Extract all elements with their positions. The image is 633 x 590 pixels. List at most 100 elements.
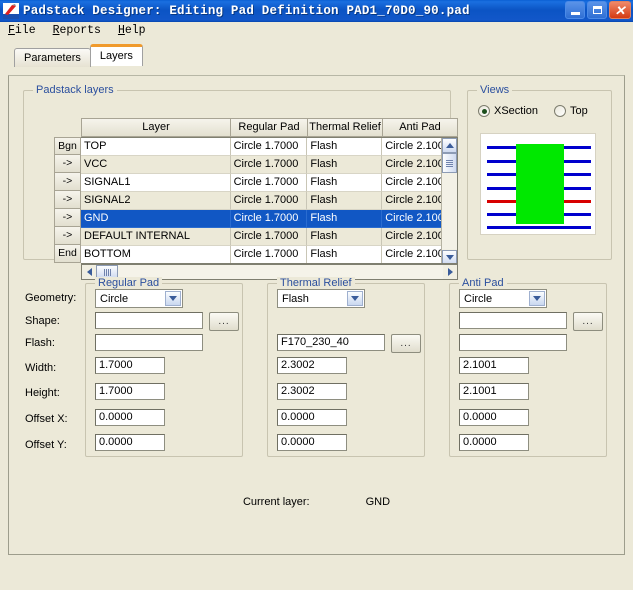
- current-layer-status: Current layer: GND: [9, 496, 624, 508]
- anti-pad-offset-x-input[interactable]: 0.0000: [459, 409, 529, 426]
- row-marker-column: Bgn -> -> -> -> -> End: [54, 137, 81, 264]
- views-group: Views XSection Top: [467, 90, 612, 260]
- cell-regular-pad: Circle 1.7000: [231, 192, 308, 210]
- radio-top[interactable]: Top: [554, 105, 588, 117]
- table-row[interactable]: TOP Circle 1.7000 Flash Circle 2.1001: [81, 138, 457, 156]
- table-grid: Bgn -> -> -> -> -> End TOP Circle 1.7000…: [54, 137, 458, 264]
- cell-layer: GND: [81, 210, 231, 228]
- cell-layer: TOP: [81, 138, 231, 156]
- anti-pad-width-input[interactable]: 2.1001: [459, 357, 529, 374]
- vertical-scroll-track[interactable]: [442, 173, 457, 249]
- maximize-button[interactable]: [587, 1, 607, 19]
- scroll-up-button[interactable]: [442, 138, 457, 153]
- cell-layer: VCC: [81, 156, 231, 174]
- cell-layer: BOTTOM: [81, 246, 231, 264]
- regular-pad-geometry-value: Circle: [100, 293, 128, 305]
- cell-regular-pad: Circle 1.7000: [231, 210, 308, 228]
- cell-regular-pad: Circle 1.7000: [231, 156, 308, 174]
- chevron-down-icon[interactable]: [165, 291, 181, 306]
- radio-top-label: Top: [570, 105, 588, 117]
- thermal-relief-geometry-select[interactable]: Flash: [277, 289, 365, 308]
- anti-pad-group-label: Anti Pad: [459, 277, 507, 289]
- scroll-right-button[interactable]: [443, 265, 457, 279]
- anti-pad-shape-browse-button[interactable]: ...: [573, 312, 603, 331]
- thermal-relief-geometry-value: Flash: [282, 293, 309, 305]
- thermal-relief-width-input[interactable]: 2.3002: [277, 357, 347, 374]
- padstack-layers-group: Padstack layers Layer Regular Pad Therma…: [23, 90, 451, 260]
- table-header-row: Layer Regular Pad Thermal Relief Anti Pa…: [81, 118, 458, 137]
- menu-file[interactable]: File: [6, 23, 44, 38]
- row-marker-5[interactable]: ->: [54, 227, 81, 245]
- thermal-relief-offset-y-input[interactable]: 0.0000: [277, 434, 347, 451]
- table-row[interactable]: BOTTOM Circle 1.7000 Flash Circle 2.1001: [81, 246, 457, 264]
- anti-pad-height-input[interactable]: 2.1001: [459, 383, 529, 400]
- anti-pad-geometry-value: Circle: [464, 293, 492, 305]
- radio-xsection[interactable]: XSection: [478, 105, 538, 117]
- current-layer-value: GND: [366, 496, 390, 508]
- preview-layer-line-7: [487, 226, 591, 229]
- menu-bar: File Reports Help: [0, 22, 633, 39]
- title-bar: Padstack Designer: Editing Pad Definitio…: [0, 0, 633, 22]
- menu-reports[interactable]: Reports: [51, 23, 109, 38]
- column-header-thermal-relief[interactable]: Thermal Relief: [308, 118, 383, 137]
- row-marker-4[interactable]: ->: [54, 209, 81, 227]
- regular-pad-height-input[interactable]: 1.7000: [95, 383, 165, 400]
- regular-pad-geometry-select[interactable]: Circle: [95, 289, 183, 308]
- table-row-selected[interactable]: GND Circle 1.7000 Flash Circle 2.1001: [81, 210, 457, 228]
- menu-file-accel: F: [8, 24, 15, 37]
- thermal-relief-flash-browse-button[interactable]: ...: [391, 334, 421, 353]
- table-row[interactable]: DEFAULT INTERNAL Circle 1.7000 Flash Cir…: [81, 228, 457, 246]
- minimize-button[interactable]: [565, 1, 585, 19]
- scroll-left-button[interactable]: [82, 265, 96, 279]
- cell-thermal-relief: Flash: [307, 210, 382, 228]
- column-header-regular-pad[interactable]: Regular Pad: [231, 118, 308, 137]
- cell-thermal-relief: Flash: [307, 246, 382, 264]
- table-row[interactable]: SIGNAL1 Circle 1.7000 Flash Circle 2.100…: [81, 174, 457, 192]
- regular-pad-offset-x-input[interactable]: 0.0000: [95, 409, 165, 426]
- row-marker-2[interactable]: ->: [54, 173, 81, 191]
- row-marker-bgn[interactable]: Bgn: [54, 137, 81, 155]
- menu-reports-accel: R: [53, 24, 60, 37]
- vertical-scroll-thumb[interactable]: [442, 153, 457, 173]
- close-button[interactable]: ✕: [609, 1, 631, 19]
- scroll-down-button[interactable]: [442, 250, 457, 264]
- regular-pad-flash-input[interactable]: [95, 334, 203, 351]
- anti-pad-geometry-select[interactable]: Circle: [459, 289, 547, 308]
- tab-layers[interactable]: Layers: [90, 44, 143, 66]
- regular-pad-shape-browse-button[interactable]: ...: [209, 312, 239, 331]
- menu-help[interactable]: Help: [116, 23, 154, 38]
- chevron-down-icon[interactable]: [529, 291, 545, 306]
- tab-strip: Parameters Layers: [14, 45, 633, 66]
- label-geometry: Geometry:: [25, 292, 76, 315]
- regular-pad-width-input[interactable]: 1.7000: [95, 357, 165, 374]
- cell-thermal-relief: Flash: [307, 192, 382, 210]
- padstack-layers-group-label: Padstack layers: [33, 84, 117, 96]
- anti-pad-offset-y-input[interactable]: 0.0000: [459, 434, 529, 451]
- thermal-relief-flash-input[interactable]: F170_230_40: [277, 334, 385, 351]
- row-marker-3[interactable]: ->: [54, 191, 81, 209]
- preview-pad-body: [516, 144, 564, 224]
- thermal-relief-offset-x-input[interactable]: 0.0000: [277, 409, 347, 426]
- menu-help-rest: elp: [125, 24, 146, 37]
- window-title: Padstack Designer: Editing Pad Definitio…: [23, 4, 470, 18]
- table-row[interactable]: SIGNAL2 Circle 1.7000 Flash Circle 2.100…: [81, 192, 457, 210]
- anti-pad-shape-input[interactable]: [459, 312, 567, 329]
- row-marker-1[interactable]: ->: [54, 155, 81, 173]
- cell-regular-pad: Circle 1.7000: [231, 228, 308, 246]
- thermal-relief-height-input[interactable]: 2.3002: [277, 383, 347, 400]
- anti-pad-flash-input[interactable]: [459, 334, 567, 351]
- radio-xsection-label: XSection: [494, 105, 538, 117]
- table-vertical-scrollbar[interactable]: [441, 138, 457, 264]
- column-header-anti-pad[interactable]: Anti Pad: [383, 118, 458, 137]
- row-marker-end[interactable]: End: [54, 245, 81, 263]
- table-row[interactable]: VCC Circle 1.7000 Flash Circle 2.1001: [81, 156, 457, 174]
- menu-file-rest: ile: [15, 24, 36, 37]
- regular-pad-offset-y-input[interactable]: 0.0000: [95, 434, 165, 451]
- regular-pad-shape-input[interactable]: [95, 312, 203, 329]
- padstack-layers-table: Layer Regular Pad Thermal Relief Anti Pa…: [54, 118, 458, 260]
- chevron-down-icon[interactable]: [347, 291, 363, 306]
- current-layer-label: Current layer:: [243, 496, 310, 508]
- label-shape: Shape:: [25, 315, 76, 337]
- tab-parameters[interactable]: Parameters: [14, 48, 91, 67]
- column-header-layer[interactable]: Layer: [81, 118, 231, 137]
